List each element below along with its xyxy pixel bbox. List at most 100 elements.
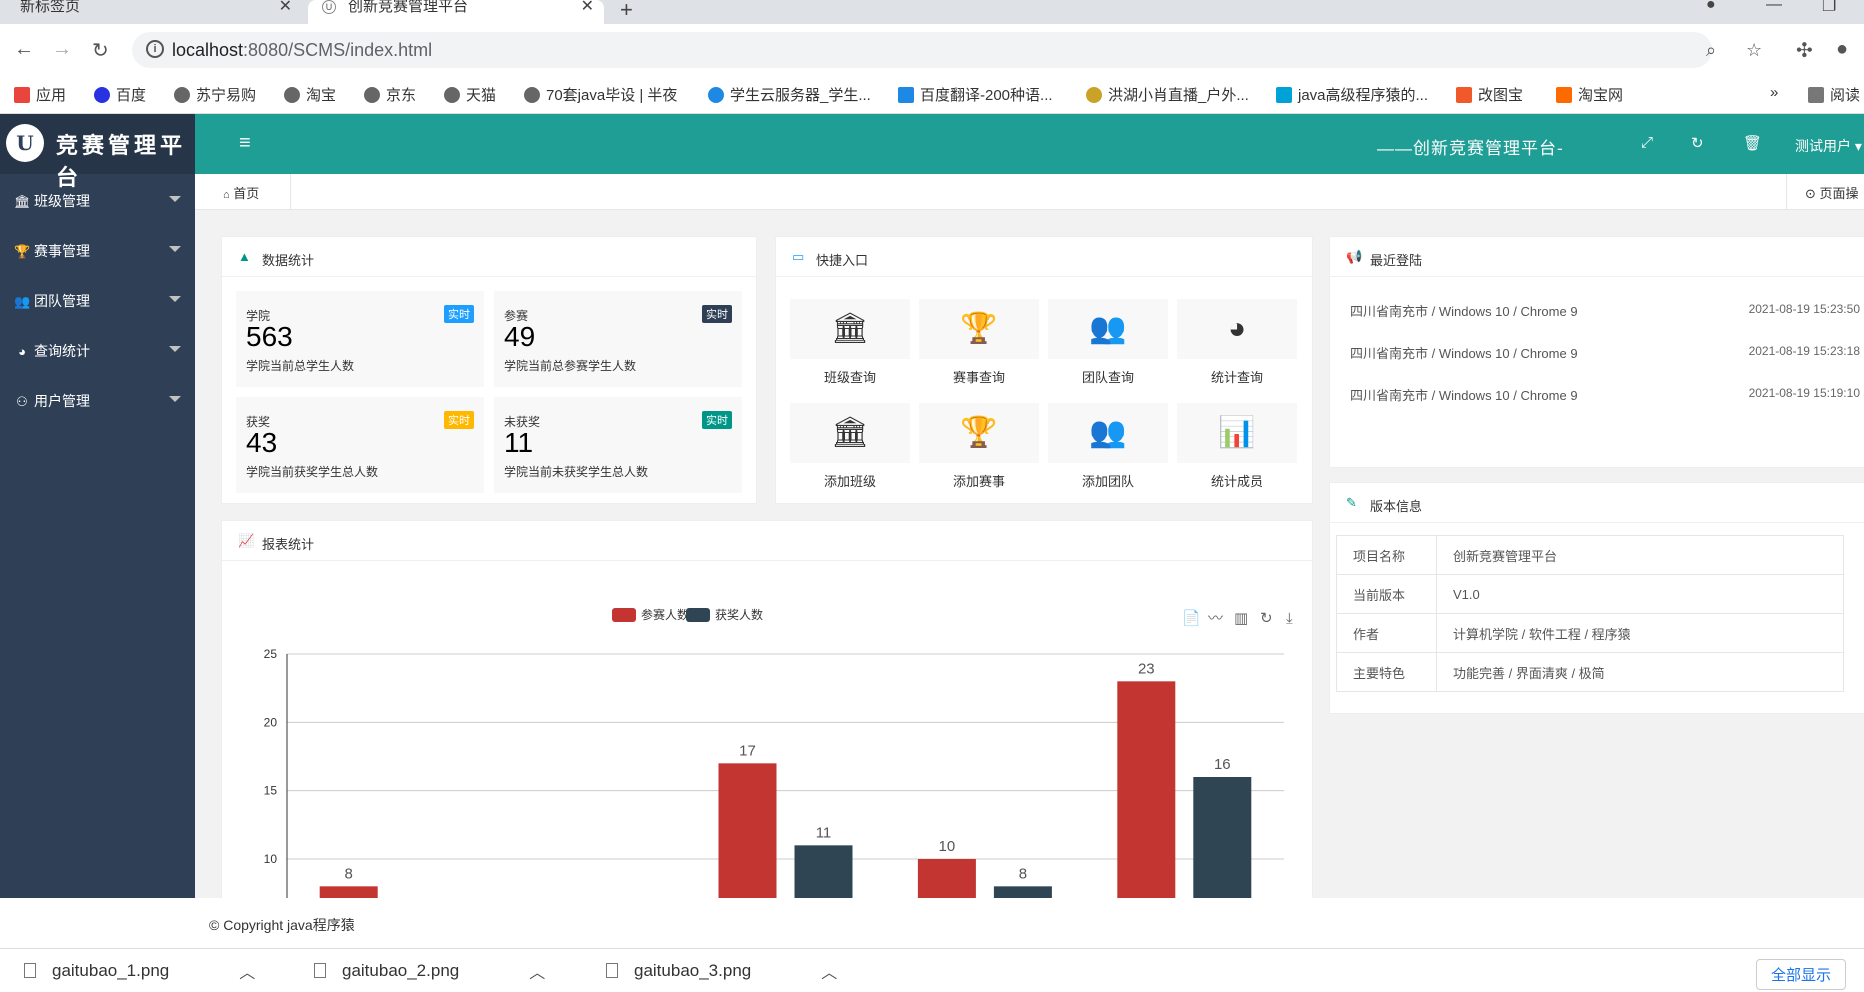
stat-value: 563 [246, 321, 293, 352]
fullscreen-icon[interactable]: ⤢ [1641, 134, 1653, 151]
download-icon: ⤓ [1286, 610, 1293, 627]
bar [319, 886, 378, 898]
browser-tab-newtab[interactable]: 新标签页 ✕ [0, 0, 302, 24]
forward-icon[interactable]: → [52, 38, 72, 61]
quick-stat-members[interactable]: 📊 统计成员 [1177, 403, 1297, 490]
bar-icon: ▥ [1234, 610, 1248, 627]
quick-add-contest[interactable]: 🏆 添加赛事 [919, 403, 1039, 490]
maximize-icon[interactable]: ❐ [1822, 0, 1836, 16]
legend-label: 获奖人数 [715, 607, 763, 622]
profile-dropdown-icon[interactable]: ● [1706, 0, 1716, 14]
chevron-up-icon[interactable]: ︿ [821, 959, 837, 983]
quick-stat-query[interactable]: ◕ 统计查询 [1177, 299, 1297, 386]
back-icon[interactable]: ← [14, 38, 34, 61]
bookmark-item[interactable]: 70套java毕设 | 半夜 [524, 84, 677, 105]
new-tab-icon[interactable]: + [620, 0, 633, 23]
bookmark-item[interactable]: java高级程序猿的... [1276, 84, 1428, 105]
user-menu[interactable]: 测试用户 ▾ [1795, 136, 1862, 156]
bookmark-item[interactable]: 天猫 [444, 84, 496, 105]
bar-chart: 参赛人数 获奖人数 📄 〰 ▥ ↻ ⤓ 10 15 20 25 8 17 10 23 11 8 16 [264, 607, 1293, 898]
quick-label: 添加团队 [1081, 474, 1134, 489]
sidebar-item-class[interactable]: 🏛 班级管理 [0, 174, 195, 224]
quick-label: 赛事查询 [952, 370, 1005, 385]
table-row: 主要特色 功能完善 / 界面清爽 / 极简 [1336, 652, 1844, 692]
sidebar-item-team[interactable]: 👥 团队管理 [0, 274, 195, 324]
download-item[interactable]: gaitubao_1.png ︿ [24, 961, 255, 982]
url-field[interactable]: i localhost:8080/SCMS/index.html ⌕ ☆ [132, 32, 1762, 68]
bookmark-item[interactable]: 淘宝 [284, 84, 336, 105]
download-item[interactable]: gaitubao_2.png ︿ [314, 961, 545, 982]
login-row: 四川省南充市 / Windows 10 / Chrome 9 2021-08-19… [1350, 344, 1860, 361]
legend-swatch [686, 608, 710, 622]
menu-toggle-icon[interactable]: ≡ [239, 132, 251, 155]
legend-swatch [612, 608, 636, 622]
home-icon: ⌂ [223, 189, 230, 201]
stat-desc: 学院当前总参赛学生人数 [504, 359, 637, 373]
bookmark-item[interactable]: 京东 [364, 84, 416, 105]
stat-desc: 学院当前总学生人数 [246, 359, 355, 373]
bar [1193, 777, 1252, 898]
card-header: ▲ 数据统计 [222, 237, 756, 277]
quick-add-class[interactable]: 🏛 添加班级 [790, 403, 910, 490]
account-icon[interactable]: ● [1836, 38, 1848, 61]
file-icon [24, 963, 36, 978]
data-label: 8 [1019, 865, 1027, 882]
system-name: ——创新竞赛管理平台- [1377, 139, 1564, 158]
bookmark-item[interactable]: 学生云服务器_学生... [708, 84, 871, 105]
reading-list[interactable]: 阅读 [1808, 84, 1860, 105]
chevron-up-icon[interactable]: ︿ [239, 959, 255, 983]
sidebar-item-user[interactable]: ⚇ 用户管理 [0, 374, 195, 424]
data-label: 23 [1138, 660, 1155, 677]
minimize-icon[interactable]: — [1766, 0, 1782, 14]
quick-label: 统计成员 [1210, 474, 1263, 489]
quick-class-query[interactable]: 🏛 班级查询 [790, 299, 910, 386]
bookmark-item[interactable]: 淘宝网 [1556, 84, 1623, 105]
y-tick-label: 20 [264, 715, 278, 729]
bookmark-item[interactable]: 百度 [94, 84, 146, 105]
star-icon[interactable]: ☆ [1746, 40, 1762, 61]
line-icon: 〰 [1208, 610, 1223, 627]
quick-contest-query[interactable]: 🏆 赛事查询 [919, 299, 1039, 386]
zoom-icon[interactable]: ⌕ [1706, 40, 1716, 61]
tab-title: 新标签页 [20, 0, 81, 15]
chevron-up-icon[interactable]: ︿ [529, 959, 545, 983]
page-operations[interactable]: ⊙ 页面操 [1786, 174, 1864, 210]
info-icon[interactable]: i [146, 40, 164, 58]
browser-tab-active[interactable]: U 创新竞赛管理平台 ✕ [308, 0, 604, 24]
show-all-button[interactable]: 全部显示 [1755, 959, 1846, 990]
tab-title: 创新竞赛管理平台 [348, 0, 469, 15]
caret-down-icon [169, 396, 181, 402]
status-badge: 实时 [702, 411, 732, 429]
download-item[interactable]: gaitubao_3.png ︿ [606, 961, 837, 982]
bookmark-apps[interactable]: 应用 [14, 84, 66, 105]
tab-home[interactable]: ⌂ 首页 [195, 174, 291, 210]
trophy-icon: 🏆 [919, 403, 1039, 463]
refresh-icon[interactable]: ↻ [1691, 134, 1704, 152]
main-content: ▲ 数据统计 学院 实时 563 学院当前总学生人数 参赛 实时 49 学院当前总… [195, 210, 1864, 898]
y-tick-label: 25 [264, 647, 278, 661]
y-tick-label: 10 [264, 852, 278, 866]
stat-participants: 参赛 实时 49 学院当前总参赛学生人数 [494, 291, 742, 387]
sidebar-item-query[interactable]: ◕ 查询统计 [0, 324, 195, 374]
close-icon[interactable]: ✕ [279, 0, 292, 15]
quick-add-team[interactable]: 👥 添加团队 [1048, 403, 1168, 490]
extensions-icon[interactable]: ✣ [1796, 38, 1813, 63]
bookmark-item[interactable]: 洪湖小肖直播_户外... [1086, 84, 1249, 105]
quick-team-query[interactable]: 👥 团队查询 [1048, 299, 1168, 386]
stat-college: 学院 实时 563 学院当前总学生人数 [236, 291, 484, 387]
more-bookmarks-icon[interactable]: » [1770, 84, 1778, 101]
bookmark-item[interactable]: 改图宝 [1456, 84, 1523, 105]
quick-entry-card: ▭ 快捷入口 🏛 班级查询 🏆 赛事查询 👥 团队查询 ◕ 统计查询 🏛 添加班级 🏆 添加赛… [775, 236, 1313, 504]
reload-icon[interactable]: ↻ [92, 38, 109, 63]
table-row: 项目名称 创新竞赛管理平台 [1336, 535, 1844, 575]
legend-label: 参赛人数 [641, 607, 689, 622]
browser-tab-bar: 新标签页 ✕ U 创新竞赛管理平台 ✕ + ● — ❐ [0, 0, 1864, 24]
caret-down-icon [169, 346, 181, 352]
trash-icon[interactable]: 🗑 [1743, 134, 1762, 152]
stat-desc: 学院当前未获奖学生总人数 [504, 465, 649, 479]
sidebar-item-contest[interactable]: 🏆 赛事管理 [0, 224, 195, 274]
close-icon[interactable]: ✕ [581, 0, 594, 15]
bookmark-item[interactable]: 苏宁易购 [174, 84, 256, 105]
quick-label: 团队查询 [1081, 370, 1134, 385]
bookmark-item[interactable]: 百度翻译-200种语... [898, 84, 1053, 105]
